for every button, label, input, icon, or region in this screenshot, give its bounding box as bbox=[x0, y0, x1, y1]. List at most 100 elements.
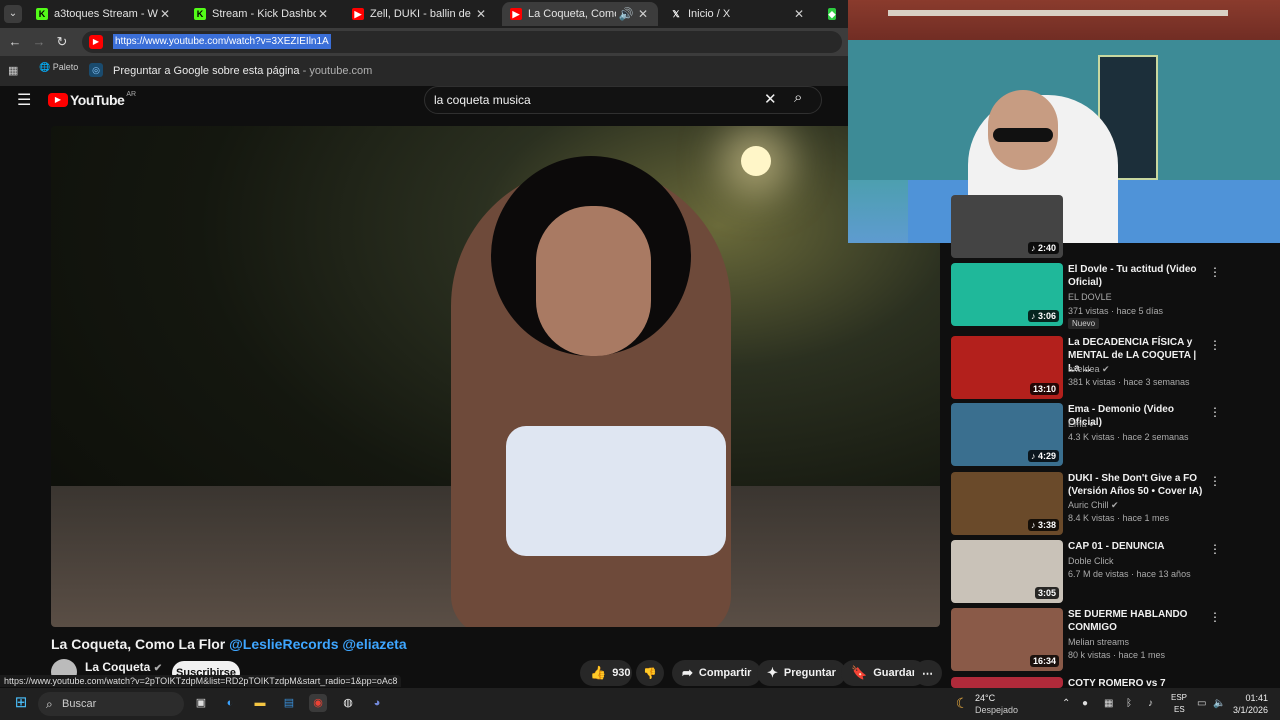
video-thumbnail[interactable]: 3:05 bbox=[951, 540, 1063, 603]
recommendation-channel[interactable]: axeldea ✔ bbox=[1068, 364, 1110, 375]
video-thumbnail[interactable]: ♪ 3:38 bbox=[951, 472, 1063, 535]
recommendation-channel[interactable]: Doble Click bbox=[1068, 556, 1114, 566]
video-thumbnail[interactable]: 16:34 bbox=[951, 608, 1063, 671]
video-thumbnail[interactable] bbox=[951, 677, 1063, 688]
search-icon[interactable]: ⌕ bbox=[794, 89, 802, 106]
recommendation-item[interactable]: 3:05 CAP 01 - DENUNCIA Doble Click 6.7 M… bbox=[951, 540, 1271, 603]
search-icon: ⌕ bbox=[46, 697, 53, 711]
store-icon[interactable]: ▤ bbox=[280, 694, 298, 712]
chevron-up-icon[interactable]: ⌃ bbox=[1062, 698, 1070, 709]
dislike-button[interactable]: 👎 bbox=[636, 660, 664, 686]
bluetooth-icon[interactable]: ᛒ bbox=[1126, 698, 1132, 709]
recommendation-item[interactable]: ♪ 4:29 Ema - Demonio (Video Oficial) Ema… bbox=[951, 403, 1271, 466]
url-text[interactable]: https://www.youtube.com/watch?v=3XEZIEIl… bbox=[113, 34, 331, 49]
microphone-icon[interactable]: ♪ bbox=[1148, 698, 1153, 709]
recommendation-channel[interactable]: Melian streams bbox=[1068, 637, 1129, 647]
discord-icon[interactable]: ◕ bbox=[368, 694, 386, 712]
sparkle-icon: ✦ bbox=[767, 665, 778, 680]
video-player[interactable] bbox=[51, 126, 940, 627]
more-vertical-icon[interactable]: ⋮ bbox=[1209, 265, 1221, 279]
tab-partial[interactable]: ◆ Pl bbox=[820, 2, 850, 26]
clear-search-icon[interactable]: ✕ bbox=[764, 90, 777, 108]
search-query-text[interactable]: la coqueta musica bbox=[434, 93, 531, 107]
video-thumbnail[interactable]: ♪ 2:40 bbox=[951, 195, 1063, 258]
more-vertical-icon[interactable]: ⋮ bbox=[1209, 610, 1221, 624]
recommendation-channel[interactable]: EL DOVLE bbox=[1068, 292, 1112, 302]
edge-icon[interactable]: ◐ bbox=[221, 694, 239, 712]
duration-badge: 16:34 bbox=[1029, 655, 1059, 667]
share-button[interactable]: ➦ Compartir bbox=[672, 660, 762, 686]
recommendation-title[interactable]: SE DUERME HABLANDO CONMIGO bbox=[1068, 608, 1208, 634]
weather-temperature[interactable]: 24°C bbox=[975, 693, 995, 703]
recommendation-item[interactable]: ♪ 3:38 DUKI - She Don't Give a FO (Versi… bbox=[951, 472, 1271, 535]
more-actions-button[interactable]: ⋯ bbox=[914, 660, 942, 686]
recommendation-item[interactable]: COTY ROMERO vs 7 HOMBRES bbox=[951, 677, 1271, 688]
tray-app-icon[interactable]: ● bbox=[1082, 698, 1088, 709]
tab-search-icon[interactable]: ⌄ bbox=[4, 5, 22, 23]
bookmark-item[interactable]: 🌐 Paleto bbox=[39, 62, 78, 73]
recommendation-item[interactable]: ♪ 3:06 El Dovle - Tu actitud (Video Ofic… bbox=[951, 263, 1271, 329]
hamburger-menu-icon[interactable]: ☰ bbox=[17, 90, 31, 110]
clock-time[interactable]: 01:41 bbox=[1236, 693, 1268, 703]
weather-description[interactable]: Despejado bbox=[975, 705, 1018, 715]
like-button[interactable]: 👍 930 bbox=[580, 660, 632, 686]
file-explorer-icon[interactable]: ▬ bbox=[251, 694, 269, 712]
bookmark-icon: 🔖 bbox=[851, 665, 868, 680]
webcam-shelf bbox=[888, 10, 1228, 16]
forward-arrow-icon[interactable]: → bbox=[31, 34, 47, 50]
task-view-icon[interactable]: ▣ bbox=[192, 694, 210, 712]
recommendation-title[interactable]: El Dovle - Tu actitud (Video Oficial) bbox=[1068, 263, 1208, 289]
input-language[interactable]: ESP bbox=[1171, 693, 1187, 702]
recommendation-channel[interactable]: Ema ✔ bbox=[1068, 419, 1097, 430]
more-vertical-icon[interactable]: ⋮ bbox=[1209, 405, 1221, 419]
video-thumbnail[interactable]: ♪ 4:29 bbox=[951, 403, 1063, 466]
verified-icon: ✔ bbox=[1089, 419, 1097, 429]
youtube-logo[interactable]: ▶ YouTube AR bbox=[48, 91, 136, 108]
apps-grid-icon[interactable]: ▦ bbox=[8, 64, 18, 77]
input-language-sub[interactable]: ES bbox=[1174, 705, 1185, 714]
close-icon[interactable]: ✕ bbox=[474, 7, 488, 21]
recommendation-title[interactable]: CAP 01 - DENUNCIA bbox=[1068, 540, 1208, 553]
more-vertical-icon[interactable]: ⋮ bbox=[1209, 338, 1221, 352]
recommendation-title[interactable]: DUKI - She Don't Give a FO (Versión Años… bbox=[1068, 472, 1208, 498]
recommendation-item[interactable]: 13:10 La DECADENCIA FÍSICA y MENTAL de L… bbox=[951, 336, 1271, 399]
weather-icon[interactable]: ☾ bbox=[953, 694, 971, 712]
clock-date[interactable]: 3/1/2026 bbox=[1222, 705, 1268, 715]
duration-badge: ♪ 3:38 bbox=[1027, 519, 1059, 531]
recommendation-item[interactable]: ♪ 2:40 bbox=[951, 195, 1271, 258]
video-thumbnail[interactable]: ♪ 3:06 bbox=[951, 263, 1063, 326]
windows-start-icon[interactable]: ⊞ bbox=[12, 694, 30, 712]
close-icon[interactable]: ✕ bbox=[636, 7, 650, 21]
recommendation-channel[interactable]: Auric Chill ✔ bbox=[1068, 500, 1119, 511]
chrome-icon[interactable]: ◉ bbox=[309, 694, 327, 712]
tab-kick-dashboard[interactable]: K Stream - Kick Dashboard ✕ bbox=[186, 2, 338, 26]
video-title-tags[interactable]: @LeslieRecords @eliazeta bbox=[229, 636, 407, 652]
close-icon[interactable]: ✕ bbox=[792, 7, 806, 21]
close-icon[interactable]: ✕ bbox=[158, 7, 172, 21]
taskbar-search[interactable] bbox=[38, 692, 184, 716]
webcam-overlay bbox=[848, 0, 1280, 243]
obs-icon[interactable]: ◍ bbox=[339, 694, 357, 712]
tab-a3toques-stream[interactable]: K a3toques Stream - Watch Live o ✕ bbox=[28, 2, 180, 26]
back-arrow-icon[interactable]: ← bbox=[7, 34, 23, 50]
tray-app-icon[interactable]: ▦ bbox=[1104, 698, 1113, 709]
channel-name[interactable]: La Coqueta ✔ bbox=[85, 660, 162, 674]
recommendation-item[interactable]: 16:34 SE DUERME HABLANDO CONMIGO Melian … bbox=[951, 608, 1271, 671]
suggestion-text[interactable]: Preguntar a Google sobre esta página - y… bbox=[113, 65, 372, 77]
channel-text: Auric Chill bbox=[1068, 500, 1109, 510]
verified-icon: ✔ bbox=[1111, 500, 1119, 510]
video-thumbnail[interactable]: 13:10 bbox=[951, 336, 1063, 399]
globe-icon: 🌐 bbox=[39, 62, 51, 72]
more-vertical-icon[interactable]: ⋮ bbox=[1209, 542, 1221, 556]
more-vertical-icon[interactable]: ⋮ bbox=[1209, 474, 1221, 488]
ask-button[interactable]: ✦ Preguntar bbox=[757, 660, 846, 686]
reload-icon[interactable]: ↻ bbox=[54, 34, 70, 50]
speaker-icon[interactable]: 🔊 bbox=[616, 7, 636, 21]
tab-x-inicio[interactable]: 𝕏 Inicio / X ✕ bbox=[662, 2, 814, 26]
network-icon[interactable]: ▭ bbox=[1197, 698, 1206, 709]
tab-zell-duki[interactable]: ▶ Zell, DUKI - ballin de verdad (p ✕ bbox=[344, 2, 496, 26]
recommendation-title[interactable]: COTY ROMERO vs 7 HOMBRES bbox=[1068, 677, 1208, 688]
close-icon[interactable]: ✕ bbox=[316, 7, 330, 21]
youtube-icon: ▶ bbox=[352, 8, 364, 20]
tab-la-coqueta[interactable]: ▶ La Coqueta, Como La Flor @ 🔊 ✕ bbox=[502, 2, 658, 26]
